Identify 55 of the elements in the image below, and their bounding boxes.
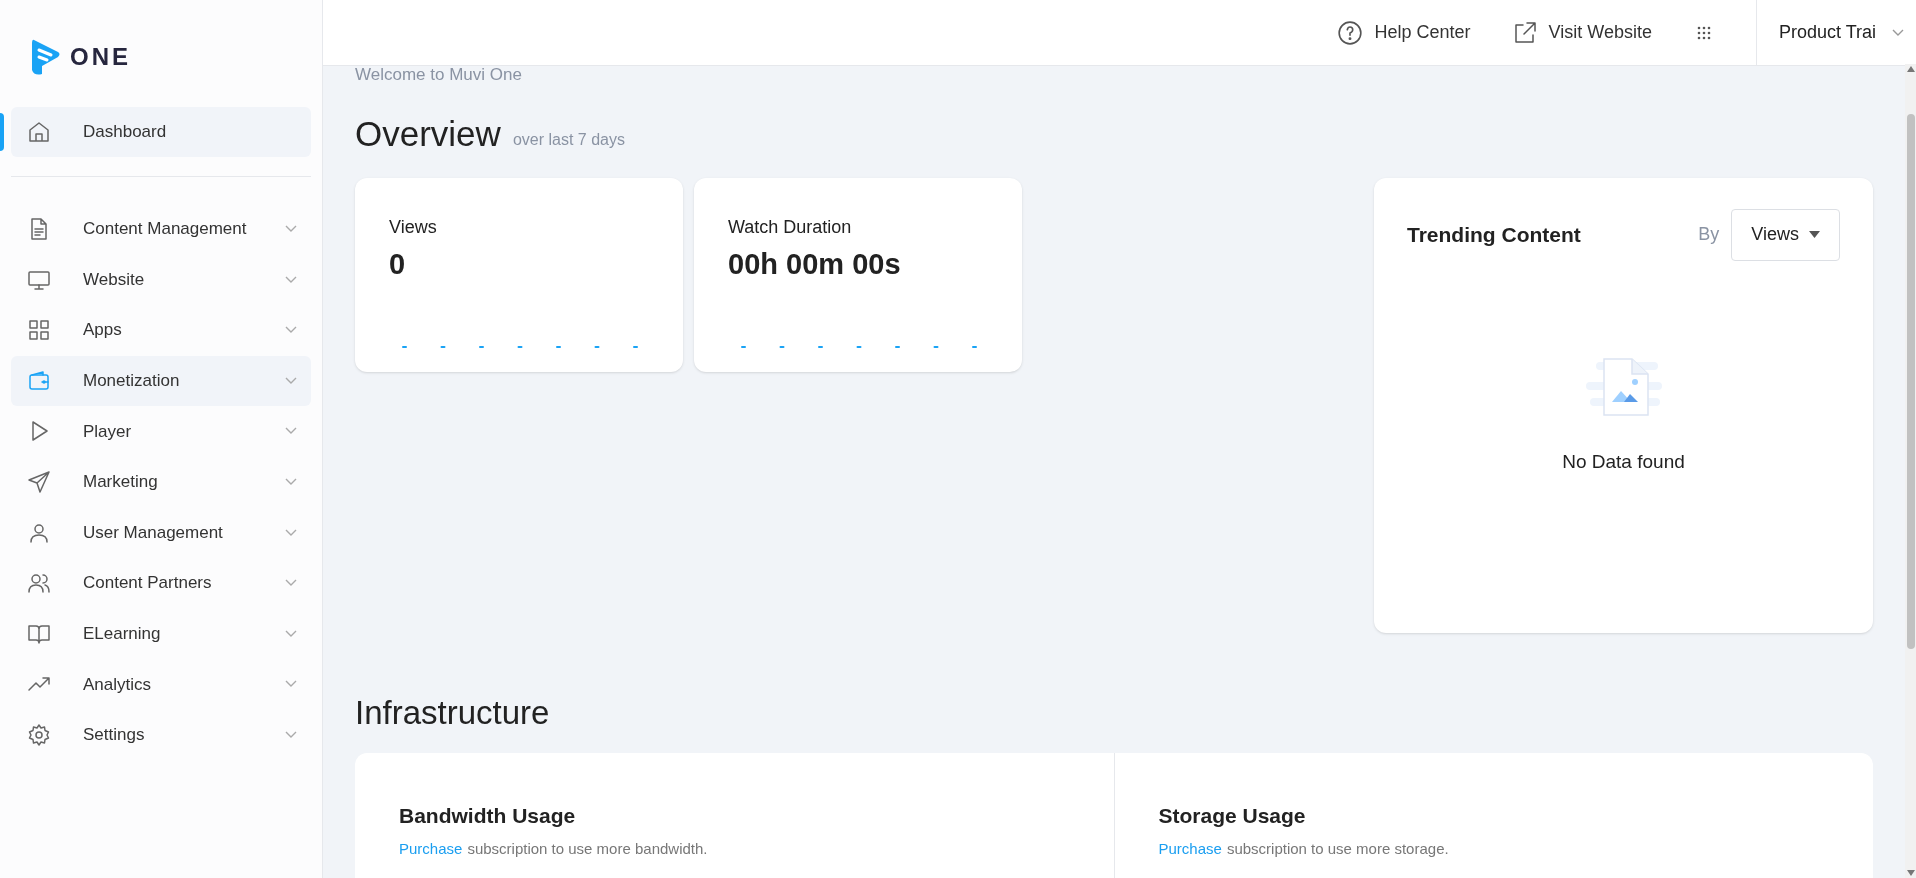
help-icon (1336, 19, 1363, 46)
settings-icon (27, 722, 51, 747)
wallet-icon (27, 368, 51, 393)
sort-label: By (1698, 223, 1720, 246)
stat-value: 0 (389, 246, 407, 282)
panel-title: Bandwidth Usage (399, 803, 577, 829)
external-link-icon (1512, 20, 1537, 45)
chevron-down-icon (285, 629, 297, 638)
section-subtitle: over last 7 days (512, 129, 625, 150)
apps-grid-icon[interactable] (1695, 24, 1712, 41)
chevron-down-icon (285, 680, 297, 689)
stat-value: 00h 00m 00s (728, 246, 902, 282)
sidebar-item[interactable]: Analytics (11, 659, 311, 710)
chevron-down-icon (285, 225, 297, 233)
card-title: Trending Content (1407, 221, 1582, 248)
sidebar-item[interactable]: Marketing (11, 456, 311, 507)
chevron-down-icon (285, 579, 297, 588)
sidebar-item[interactable]: Monetization (11, 355, 311, 406)
sidebar-item[interactable]: Content Partners (11, 558, 311, 609)
header-link[interactable]: Help Center (1336, 19, 1471, 46)
welcome-text: Welcome to Muvi One (355, 66, 523, 86)
section-title: Overview (355, 113, 501, 154)
section-title: Infrastructure (355, 692, 551, 733)
sidebar-item[interactable]: Settings (11, 709, 311, 760)
sidebar-item[interactable]: Player (11, 406, 311, 457)
chevron-down-icon (1892, 28, 1904, 37)
sidebar-item[interactable]: User Management (11, 507, 311, 558)
sort-dropdown[interactable]: Views (1731, 208, 1840, 261)
stat-label: Watch Duration (728, 215, 853, 239)
header-link[interactable]: Visit Website (1512, 19, 1652, 46)
sidebar-item[interactable]: Website (11, 254, 311, 305)
users-icon (27, 571, 51, 596)
sidebar-item[interactable]: ELearning (11, 608, 311, 659)
chevron-down-icon (285, 376, 297, 385)
chevron-down-icon (285, 477, 297, 486)
stat-label: Views (389, 215, 438, 239)
empty-state-text: No Data found (1562, 449, 1685, 474)
paper-plane-icon (27, 469, 51, 494)
panel-description: subscription to use more storage. (1226, 838, 1449, 859)
chevron-down-icon (285, 427, 297, 436)
panel-title: Storage Usage (1158, 803, 1307, 829)
chevron-down-icon (285, 528, 297, 537)
chevron-down-icon (285, 326, 297, 335)
grid-icon (27, 318, 51, 343)
sidebar-item[interactable]: Apps (11, 305, 311, 356)
sidebar-item[interactable]: Dashboard (11, 107, 311, 157)
panel-description: subscription to use more bandwidth. (467, 838, 708, 859)
empty-image-file-icon (1585, 357, 1662, 418)
chevron-down-icon (285, 275, 297, 284)
caret-down-icon (1809, 231, 1820, 238)
logo-icon (30, 38, 62, 76)
sidebar-item[interactable]: Content Management (11, 204, 311, 254)
home-icon (27, 120, 51, 144)
chevron-down-icon (285, 730, 297, 739)
logo-text: ONE (70, 42, 131, 72)
